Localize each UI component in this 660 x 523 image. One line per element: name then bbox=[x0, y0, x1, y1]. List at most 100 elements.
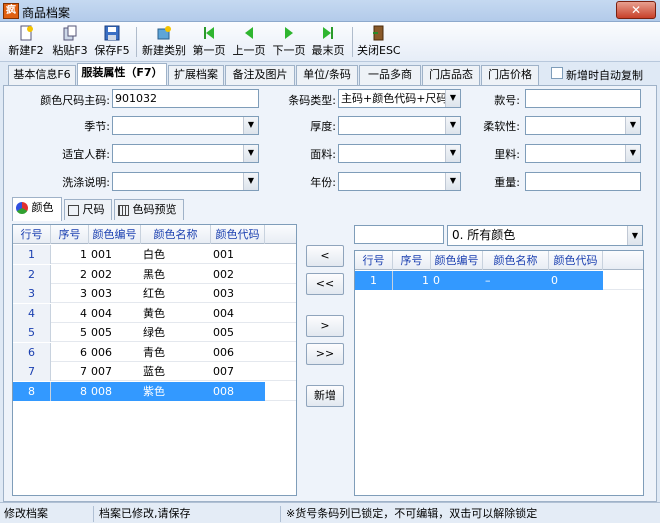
prev-page-button[interactable]: 上一页 bbox=[231, 25, 267, 59]
color-alias-cell[interactable]: 0 bbox=[549, 271, 603, 290]
wash-select[interactable]: ▼ bbox=[112, 172, 259, 191]
table-row[interactable]: 3 3 003 红色 003 bbox=[13, 284, 296, 303]
move-all-left-button[interactable]: << bbox=[306, 273, 344, 295]
color-alias-cell[interactable]: 001 bbox=[211, 245, 265, 264]
color-code-cell[interactable]: 006 bbox=[89, 343, 141, 362]
color-name-cell[interactable]: 绿色 bbox=[141, 323, 211, 342]
barcode-type-select[interactable]: 主码+颜色代码+尺码 ▼ bbox=[338, 89, 461, 108]
tab-store-status[interactable]: 门店品态 bbox=[422, 65, 480, 85]
tab-notes-images[interactable]: 备注及图片 bbox=[225, 65, 295, 85]
seq-cell[interactable]: 4 bbox=[51, 304, 89, 323]
style-no-input[interactable] bbox=[525, 89, 641, 108]
tab-basic-info[interactable]: 基本信息F6 bbox=[8, 65, 76, 85]
filter-search-input[interactable] bbox=[354, 225, 444, 244]
seq-cell[interactable]: 2 bbox=[51, 265, 89, 284]
color-code-cell[interactable]: 008 bbox=[89, 381, 141, 401]
color-code-cell[interactable]: 003 bbox=[89, 284, 141, 303]
seq-cell[interactable]: 7 bbox=[51, 362, 89, 381]
color-name-cell[interactable]: 蓝色 bbox=[141, 362, 211, 381]
seq-cell[interactable]: 1 bbox=[51, 245, 89, 264]
row-number-cell[interactable]: 2 bbox=[13, 264, 51, 284]
move-right-button[interactable]: > bbox=[306, 315, 344, 337]
year-select[interactable]: ▼ bbox=[338, 172, 461, 191]
seq-cell[interactable]: 1 bbox=[393, 271, 431, 290]
row-number-cell[interactable]: 7 bbox=[13, 362, 51, 381]
tab-apparel-attributes[interactable]: 服装属性（F7） bbox=[77, 63, 167, 86]
lining-select[interactable]: ▼ bbox=[525, 144, 641, 163]
color-name-cell[interactable]: 紫色 bbox=[141, 381, 211, 401]
seq-cell[interactable]: 6 bbox=[51, 343, 89, 362]
next-page-button[interactable]: 下一页 bbox=[271, 25, 307, 59]
paste-button[interactable]: 粘贴F3 bbox=[50, 25, 90, 59]
col-header-seq[interactable]: 序号 bbox=[51, 225, 89, 244]
color-filter-select[interactable]: 0. 所有颜色 ▼ bbox=[447, 225, 643, 246]
color-grid[interactable]: 行号 序号 颜色编号 颜色名称 颜色代码 1 1 001 白色 001 2 2 002 黑色 00… bbox=[12, 224, 297, 496]
row-number-cell[interactable]: 4 bbox=[13, 303, 51, 323]
thickness-select[interactable]: ▼ bbox=[338, 116, 461, 135]
close-button[interactable]: 关闭ESC bbox=[357, 25, 401, 59]
table-row[interactable]: 1 1 0–0 bbox=[355, 271, 643, 290]
col-header-color-name[interactable]: 颜色名称 bbox=[483, 251, 549, 270]
color-name-cell[interactable]: 红色 bbox=[141, 284, 211, 303]
col-header-color-code[interactable]: 颜色编号 bbox=[431, 251, 483, 270]
weight-input[interactable] bbox=[525, 172, 641, 191]
subtab-color[interactable]: 颜色 bbox=[12, 197, 62, 221]
table-row[interactable]: 2 2 002 黑色 002 bbox=[13, 264, 296, 284]
color-name-cell[interactable]: – bbox=[483, 271, 549, 290]
color-name-cell[interactable]: 黄色 bbox=[141, 304, 211, 323]
color-alias-cell[interactable]: 005 bbox=[211, 323, 265, 342]
auto-copy-checkbox[interactable] bbox=[551, 67, 563, 79]
color-alias-cell[interactable]: 006 bbox=[211, 343, 265, 362]
row-number-cell[interactable]: 3 bbox=[13, 284, 51, 303]
row-number-cell[interactable]: 8 bbox=[13, 381, 51, 401]
row-number-cell[interactable]: 5 bbox=[13, 323, 51, 342]
move-all-right-button[interactable]: >> bbox=[306, 343, 344, 365]
col-header-row-no[interactable]: 行号 bbox=[13, 225, 51, 244]
col-header-color-alias[interactable]: 颜色代码 bbox=[211, 225, 265, 244]
color-code-cell[interactable]: 005 bbox=[89, 323, 141, 342]
table-row[interactable]: 8 8 008 紫色 008 bbox=[13, 381, 296, 401]
seq-cell[interactable]: 8 bbox=[51, 381, 89, 401]
softness-select[interactable]: ▼ bbox=[525, 116, 641, 135]
table-row[interactable]: 5 5 005 绿色 005 bbox=[13, 323, 296, 342]
color-code-cell[interactable]: 0 bbox=[431, 271, 483, 290]
selected-color-grid[interactable]: 行号 序号 颜色编号 颜色名称 颜色代码 1 1 0–0 bbox=[354, 250, 644, 496]
col-header-color-name[interactable]: 颜色名称 bbox=[141, 225, 211, 244]
tab-unit-barcode[interactable]: 单位/条码 bbox=[296, 65, 358, 85]
row-number-cell[interactable]: 1 bbox=[355, 271, 393, 290]
color-alias-cell[interactable]: 007 bbox=[211, 362, 265, 381]
col-header-row-no[interactable]: 行号 bbox=[355, 251, 393, 270]
seq-cell[interactable]: 5 bbox=[51, 323, 89, 342]
color-code-cell[interactable]: 002 bbox=[89, 265, 141, 284]
table-row[interactable]: 6 6 006 青色 006 bbox=[13, 342, 296, 362]
col-header-seq[interactable]: 序号 bbox=[393, 251, 431, 270]
subtab-size[interactable]: 尺码 bbox=[64, 199, 112, 220]
table-row[interactable]: 4 4 004 黄色 004 bbox=[13, 303, 296, 323]
color-size-code-input[interactable]: 901032 bbox=[112, 89, 259, 108]
color-name-cell[interactable]: 白色 bbox=[141, 245, 211, 264]
first-page-button[interactable]: 第一页 bbox=[191, 25, 227, 59]
color-alias-cell[interactable]: 002 bbox=[211, 265, 265, 284]
table-row[interactable]: 7 7 007 蓝色 007 bbox=[13, 362, 296, 381]
audience-select[interactable]: ▼ bbox=[112, 144, 259, 163]
new-button[interactable]: 新建F2 bbox=[6, 25, 46, 59]
color-code-cell[interactable]: 004 bbox=[89, 304, 141, 323]
color-alias-cell[interactable]: 003 bbox=[211, 284, 265, 303]
subtab-color-size-preview[interactable]: 色码预览 bbox=[114, 199, 184, 220]
season-select[interactable]: ▼ bbox=[112, 116, 259, 135]
window-close-button[interactable]: ✕ bbox=[616, 1, 656, 19]
tab-multi-vendor[interactable]: 一品多商 bbox=[359, 65, 421, 85]
last-page-button[interactable]: 最末页 bbox=[310, 25, 346, 59]
color-name-cell[interactable]: 黑色 bbox=[141, 265, 211, 284]
table-row[interactable]: 1 1 001 白色 001 bbox=[13, 245, 296, 264]
color-code-cell[interactable]: 007 bbox=[89, 362, 141, 381]
seq-cell[interactable]: 3 bbox=[51, 284, 89, 303]
color-name-cell[interactable]: 青色 bbox=[141, 343, 211, 362]
save-button[interactable]: 保存F5 bbox=[92, 25, 132, 59]
col-header-color-code[interactable]: 颜色编号 bbox=[89, 225, 141, 244]
move-left-button[interactable]: < bbox=[306, 245, 344, 267]
add-new-button[interactable]: 新增 bbox=[306, 385, 344, 407]
fabric-select[interactable]: ▼ bbox=[338, 144, 461, 163]
color-code-cell[interactable]: 001 bbox=[89, 245, 141, 264]
row-number-cell[interactable]: 6 bbox=[13, 342, 51, 362]
